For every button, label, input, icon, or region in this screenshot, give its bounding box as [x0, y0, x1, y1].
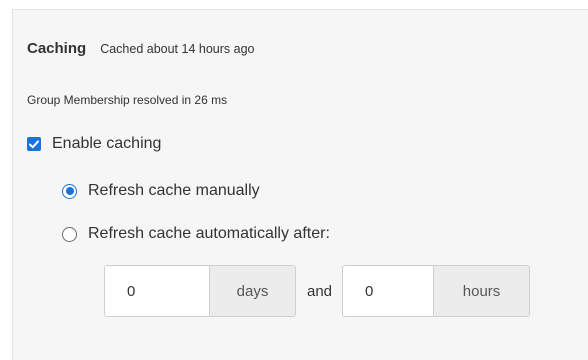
enable-caching-label[interactable]: Enable caching: [52, 135, 161, 153]
hours-input-group: hours: [342, 265, 531, 317]
interval-conjunction: and: [307, 282, 333, 300]
refresh-manual-label[interactable]: Refresh cache manually: [88, 182, 260, 200]
refresh-interval-row: days and hours: [104, 265, 531, 317]
days-input-group: days: [104, 265, 296, 317]
hours-input[interactable]: [343, 266, 434, 316]
hours-unit-label: hours: [433, 266, 530, 316]
radio-selected-dot: [65, 187, 74, 195]
caching-header: Caching Cached about 14 hours ago: [27, 40, 254, 57]
refresh-manual-radio[interactable]: [62, 183, 77, 199]
cache-status-text: Cached about 14 hours ago: [100, 42, 255, 56]
refresh-automatic-radio[interactable]: [62, 226, 77, 242]
enable-caching-row[interactable]: Enable caching: [27, 135, 161, 153]
refresh-automatic-label[interactable]: Refresh cache automatically after:: [88, 225, 330, 243]
days-unit-label: days: [209, 266, 295, 316]
checkmark-icon: [29, 139, 39, 148]
refresh-manual-option[interactable]: Refresh cache manually: [62, 182, 260, 200]
days-input[interactable]: [105, 266, 209, 316]
group-membership-resolve-time: Group Membership resolved in 26 ms: [27, 93, 228, 107]
refresh-automatic-option[interactable]: Refresh cache automatically after:: [62, 225, 330, 243]
section-title: Caching: [27, 40, 87, 57]
enable-caching-checkbox[interactable]: [27, 137, 41, 151]
